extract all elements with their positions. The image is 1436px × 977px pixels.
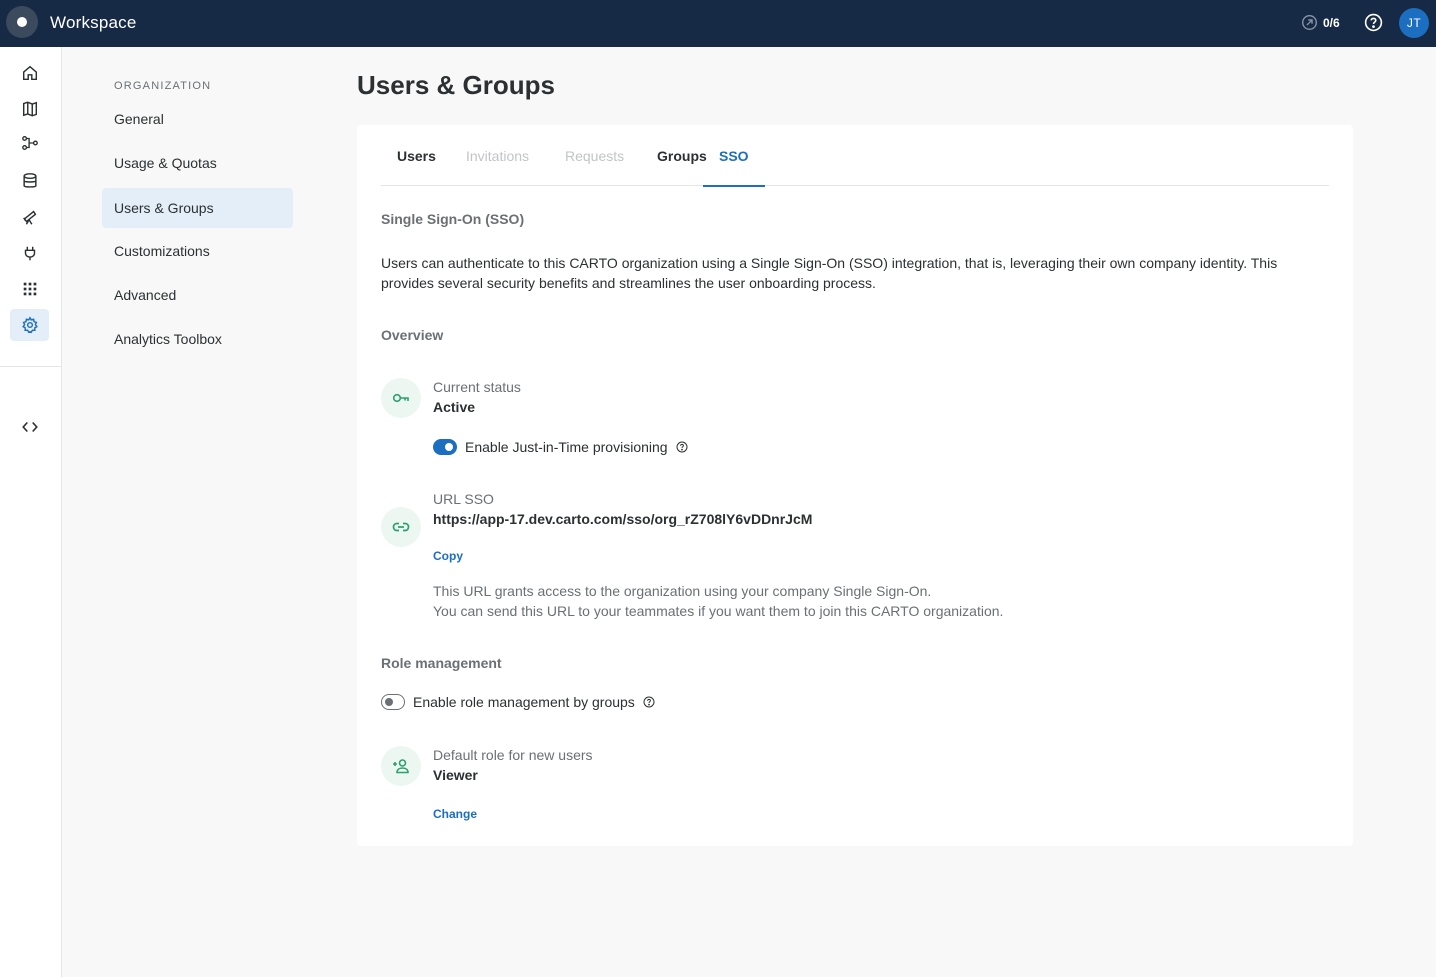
role-toggle-row[interactable]: Enable role management by groups bbox=[381, 694, 655, 710]
help-circle-icon[interactable] bbox=[643, 696, 655, 708]
org-nav-item-general[interactable]: General bbox=[102, 99, 293, 139]
default-role-icon-circle bbox=[381, 746, 421, 786]
tab-groups[interactable]: Groups bbox=[657, 125, 707, 186]
apps-icon bbox=[23, 282, 36, 296]
help-circle-icon[interactable] bbox=[676, 441, 688, 453]
tab-sso[interactable]: SSO bbox=[703, 125, 765, 187]
url-icon-circle bbox=[381, 507, 421, 547]
add-user-icon bbox=[393, 759, 409, 774]
org-nav-item-usage-quotas[interactable]: Usage & Quotas bbox=[102, 143, 293, 183]
org-nav-item-analytics-toolbox[interactable]: Analytics Toolbox bbox=[102, 319, 293, 359]
copy-url-button[interactable]: Copy bbox=[433, 549, 463, 563]
rail-explore[interactable] bbox=[10, 201, 49, 233]
status-label: Current status bbox=[433, 379, 521, 395]
onboarding-count: 0/6 bbox=[1323, 15, 1340, 30]
status-icon-circle bbox=[381, 378, 421, 418]
rail-settings[interactable] bbox=[10, 309, 49, 341]
logo-dot bbox=[17, 17, 27, 27]
jit-toggle-row[interactable]: Enable Just-in-Time provisioning bbox=[433, 439, 688, 455]
rail-workflows[interactable] bbox=[10, 127, 49, 159]
explore-icon bbox=[22, 210, 36, 225]
rail-maps[interactable] bbox=[10, 93, 49, 125]
url-note-line-1: This URL grants access to the organizati… bbox=[433, 583, 932, 599]
developers-icon bbox=[21, 421, 38, 433]
url-value: https://app-17.dev.carto.com/sso/org_rZ7… bbox=[433, 511, 813, 527]
rail-connections[interactable] bbox=[10, 237, 49, 269]
jit-switch[interactable] bbox=[433, 439, 457, 455]
sso-section-title: Single Sign-On (SSO) bbox=[381, 211, 525, 227]
help-icon[interactable] bbox=[1364, 13, 1383, 32]
default-role-value: Viewer bbox=[433, 767, 478, 783]
role-toggle-label: Enable role management by groups bbox=[413, 694, 635, 710]
org-nav-item-advanced[interactable]: Advanced bbox=[102, 275, 293, 315]
org-nav-header: ORGANIZATION bbox=[114, 80, 212, 92]
settings-icon bbox=[21, 316, 38, 334]
onboarding-progress[interactable]: 0/6 bbox=[1301, 14, 1340, 31]
rail-home[interactable] bbox=[10, 57, 49, 89]
url-label: URL SSO bbox=[433, 491, 494, 507]
home-icon bbox=[22, 65, 37, 81]
tab-requests: Requests bbox=[565, 147, 625, 164]
progress-arrow-icon bbox=[1302, 15, 1317, 30]
top-bar: Workspace 0/6 JT bbox=[0, 0, 1436, 47]
sso-card: Users Invitations Requests Groups SSO Si… bbox=[357, 125, 1353, 846]
org-nav-item-users-groups[interactable]: Users & Groups bbox=[102, 188, 293, 228]
jit-label: Enable Just-in-Time provisioning bbox=[465, 439, 668, 455]
switch-knob bbox=[385, 698, 393, 706]
rail-divider bbox=[0, 366, 61, 367]
status-value: Active bbox=[433, 399, 476, 415]
user-avatar[interactable]: JT bbox=[1399, 8, 1429, 38]
switch-knob bbox=[445, 443, 453, 451]
rail-apps[interactable] bbox=[10, 273, 49, 305]
change-role-button[interactable]: Change bbox=[433, 807, 477, 821]
page-title: Users & Groups bbox=[357, 70, 555, 100]
carto-logo[interactable] bbox=[6, 6, 38, 38]
map-icon bbox=[22, 101, 37, 117]
rail-developers[interactable] bbox=[10, 411, 49, 443]
left-rail bbox=[0, 47, 62, 977]
data-icon bbox=[22, 173, 37, 188]
tab-users[interactable]: Users bbox=[397, 125, 436, 186]
role-management-title: Role management bbox=[381, 655, 502, 671]
tab-invitations: Invitations bbox=[466, 147, 530, 164]
default-role-label: Default role for new users bbox=[433, 747, 593, 763]
sso-description: Users can authenticate to this CARTO org… bbox=[381, 255, 1278, 291]
tab-bar: Users Invitations Requests Groups SSO bbox=[381, 125, 1329, 187]
key-icon bbox=[392, 393, 409, 403]
overview-title: Overview bbox=[381, 327, 444, 343]
url-note-line-2: You can send this URL to your teammates … bbox=[433, 603, 1004, 619]
workflows-icon bbox=[21, 136, 38, 150]
link-icon bbox=[392, 522, 410, 532]
org-nav-item-customizations[interactable]: Customizations bbox=[102, 231, 293, 271]
role-management-switch[interactable] bbox=[381, 694, 405, 710]
rail-data[interactable] bbox=[10, 165, 49, 197]
app-title: Workspace bbox=[50, 13, 137, 32]
connections-icon bbox=[24, 246, 35, 261]
